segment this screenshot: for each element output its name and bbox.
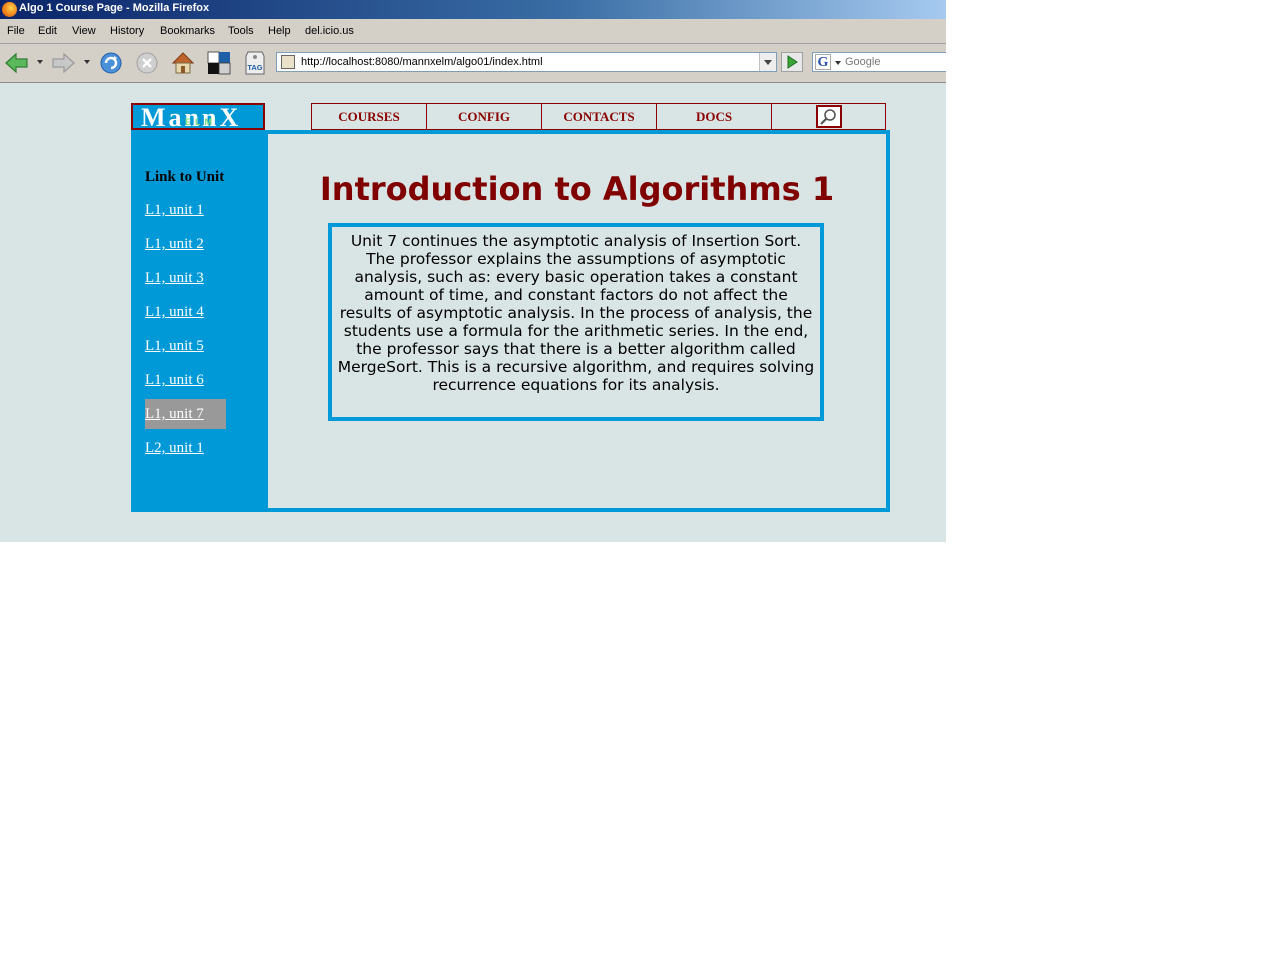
page-favicon-icon (281, 55, 295, 69)
navigation-toolbar: TAG http://localhost:8080/mannxelm/algo0… (0, 44, 946, 83)
sidebar-link-l1-unit-6[interactable]: L1, unit 6 (145, 365, 204, 395)
tag-icon-label: TAG (247, 63, 262, 72)
title-bar: Algo 1 Course Page - Mozilla Firefox (0, 0, 946, 19)
home-icon[interactable] (170, 50, 196, 76)
web-search-input[interactable]: Google (845, 56, 880, 68)
sidebar-link-l1-unit-2[interactable]: L1, unit 2 (145, 229, 204, 259)
back-history-chevron-icon[interactable] (37, 60, 43, 64)
site-logo[interactable]: MannX ELM (131, 103, 265, 132)
sidebar-link-l1-unit-3[interactable]: L1, unit 3 (145, 263, 204, 293)
menu-history[interactable]: History (110, 25, 144, 37)
menu-file[interactable]: File (7, 25, 25, 37)
forward-history-chevron-icon[interactable] (84, 60, 90, 64)
window-title: Algo 1 Course Page - Mozilla Firefox (19, 2, 210, 14)
address-bar-url: http://localhost:8080/mannxelm/algo01/in… (301, 56, 543, 68)
menu-delicious[interactable]: del.icio.us (305, 25, 354, 37)
reload-icon[interactable] (98, 50, 124, 76)
menu-bookmarks[interactable]: Bookmarks (160, 25, 215, 37)
main-content: Introduction to Algorithms 1 Unit 7 cont… (264, 130, 890, 512)
stop-icon[interactable] (134, 50, 160, 76)
sidebar-heading: Link to Unit (145, 169, 225, 185)
nav-config[interactable]: CONFIG (426, 103, 542, 130)
tag-icon[interactable]: TAG (242, 50, 268, 76)
unit-description-text: Unit 7 continues the asymptotic analysis… (337, 232, 815, 394)
unit-description-box: Unit 7 continues the asymptotic analysis… (328, 223, 824, 421)
menu-edit[interactable]: Edit (38, 25, 57, 37)
page-title: Introduction to Algorithms 1 (319, 170, 835, 208)
menu-bar: File Edit View History Bookmarks Tools H… (0, 19, 946, 44)
unit-sidebar: Link to Unit L1, unit 1 L1, unit 2 L1, u… (131, 130, 266, 512)
address-history-chevron-icon[interactable] (759, 53, 776, 71)
back-arrow-icon[interactable] (4, 50, 30, 76)
sidebar-link-l1-unit-4[interactable]: L1, unit 4 (145, 297, 204, 327)
magnifier-search-icon[interactable] (816, 105, 842, 128)
site-search-area (771, 103, 886, 130)
sidebar-link-l1-unit-1[interactable]: L1, unit 1 (145, 195, 204, 225)
logo-subtext: ELM (185, 117, 216, 127)
nav-docs[interactable]: DOCS (656, 103, 772, 130)
address-bar[interactable]: http://localhost:8080/mannxelm/algo01/in… (276, 52, 777, 72)
search-engine-chevron-icon[interactable] (835, 61, 841, 65)
web-search-box[interactable]: G Google (812, 52, 946, 72)
forward-arrow-icon[interactable] (50, 50, 76, 76)
search-engine-google-icon[interactable]: G (815, 54, 831, 70)
firefox-icon (2, 2, 17, 17)
nav-contacts[interactable]: CONTACTS (541, 103, 657, 130)
browser-window: Algo 1 Course Page - Mozilla Firefox Fil… (0, 0, 946, 542)
menu-help[interactable]: Help (268, 25, 291, 37)
sidebar-link-l1-unit-5[interactable]: L1, unit 5 (145, 331, 204, 361)
sidebar-link-l2-unit-1[interactable]: L2, unit 1 (145, 433, 204, 463)
sidebar-link-l1-unit-7-active[interactable]: L1, unit 7 (145, 399, 226, 429)
menu-tools[interactable]: Tools (228, 25, 254, 37)
delicious-icon[interactable] (206, 50, 232, 76)
go-button[interactable] (781, 52, 803, 72)
menu-view[interactable]: View (72, 25, 96, 37)
nav-courses[interactable]: COURSES (311, 103, 427, 130)
